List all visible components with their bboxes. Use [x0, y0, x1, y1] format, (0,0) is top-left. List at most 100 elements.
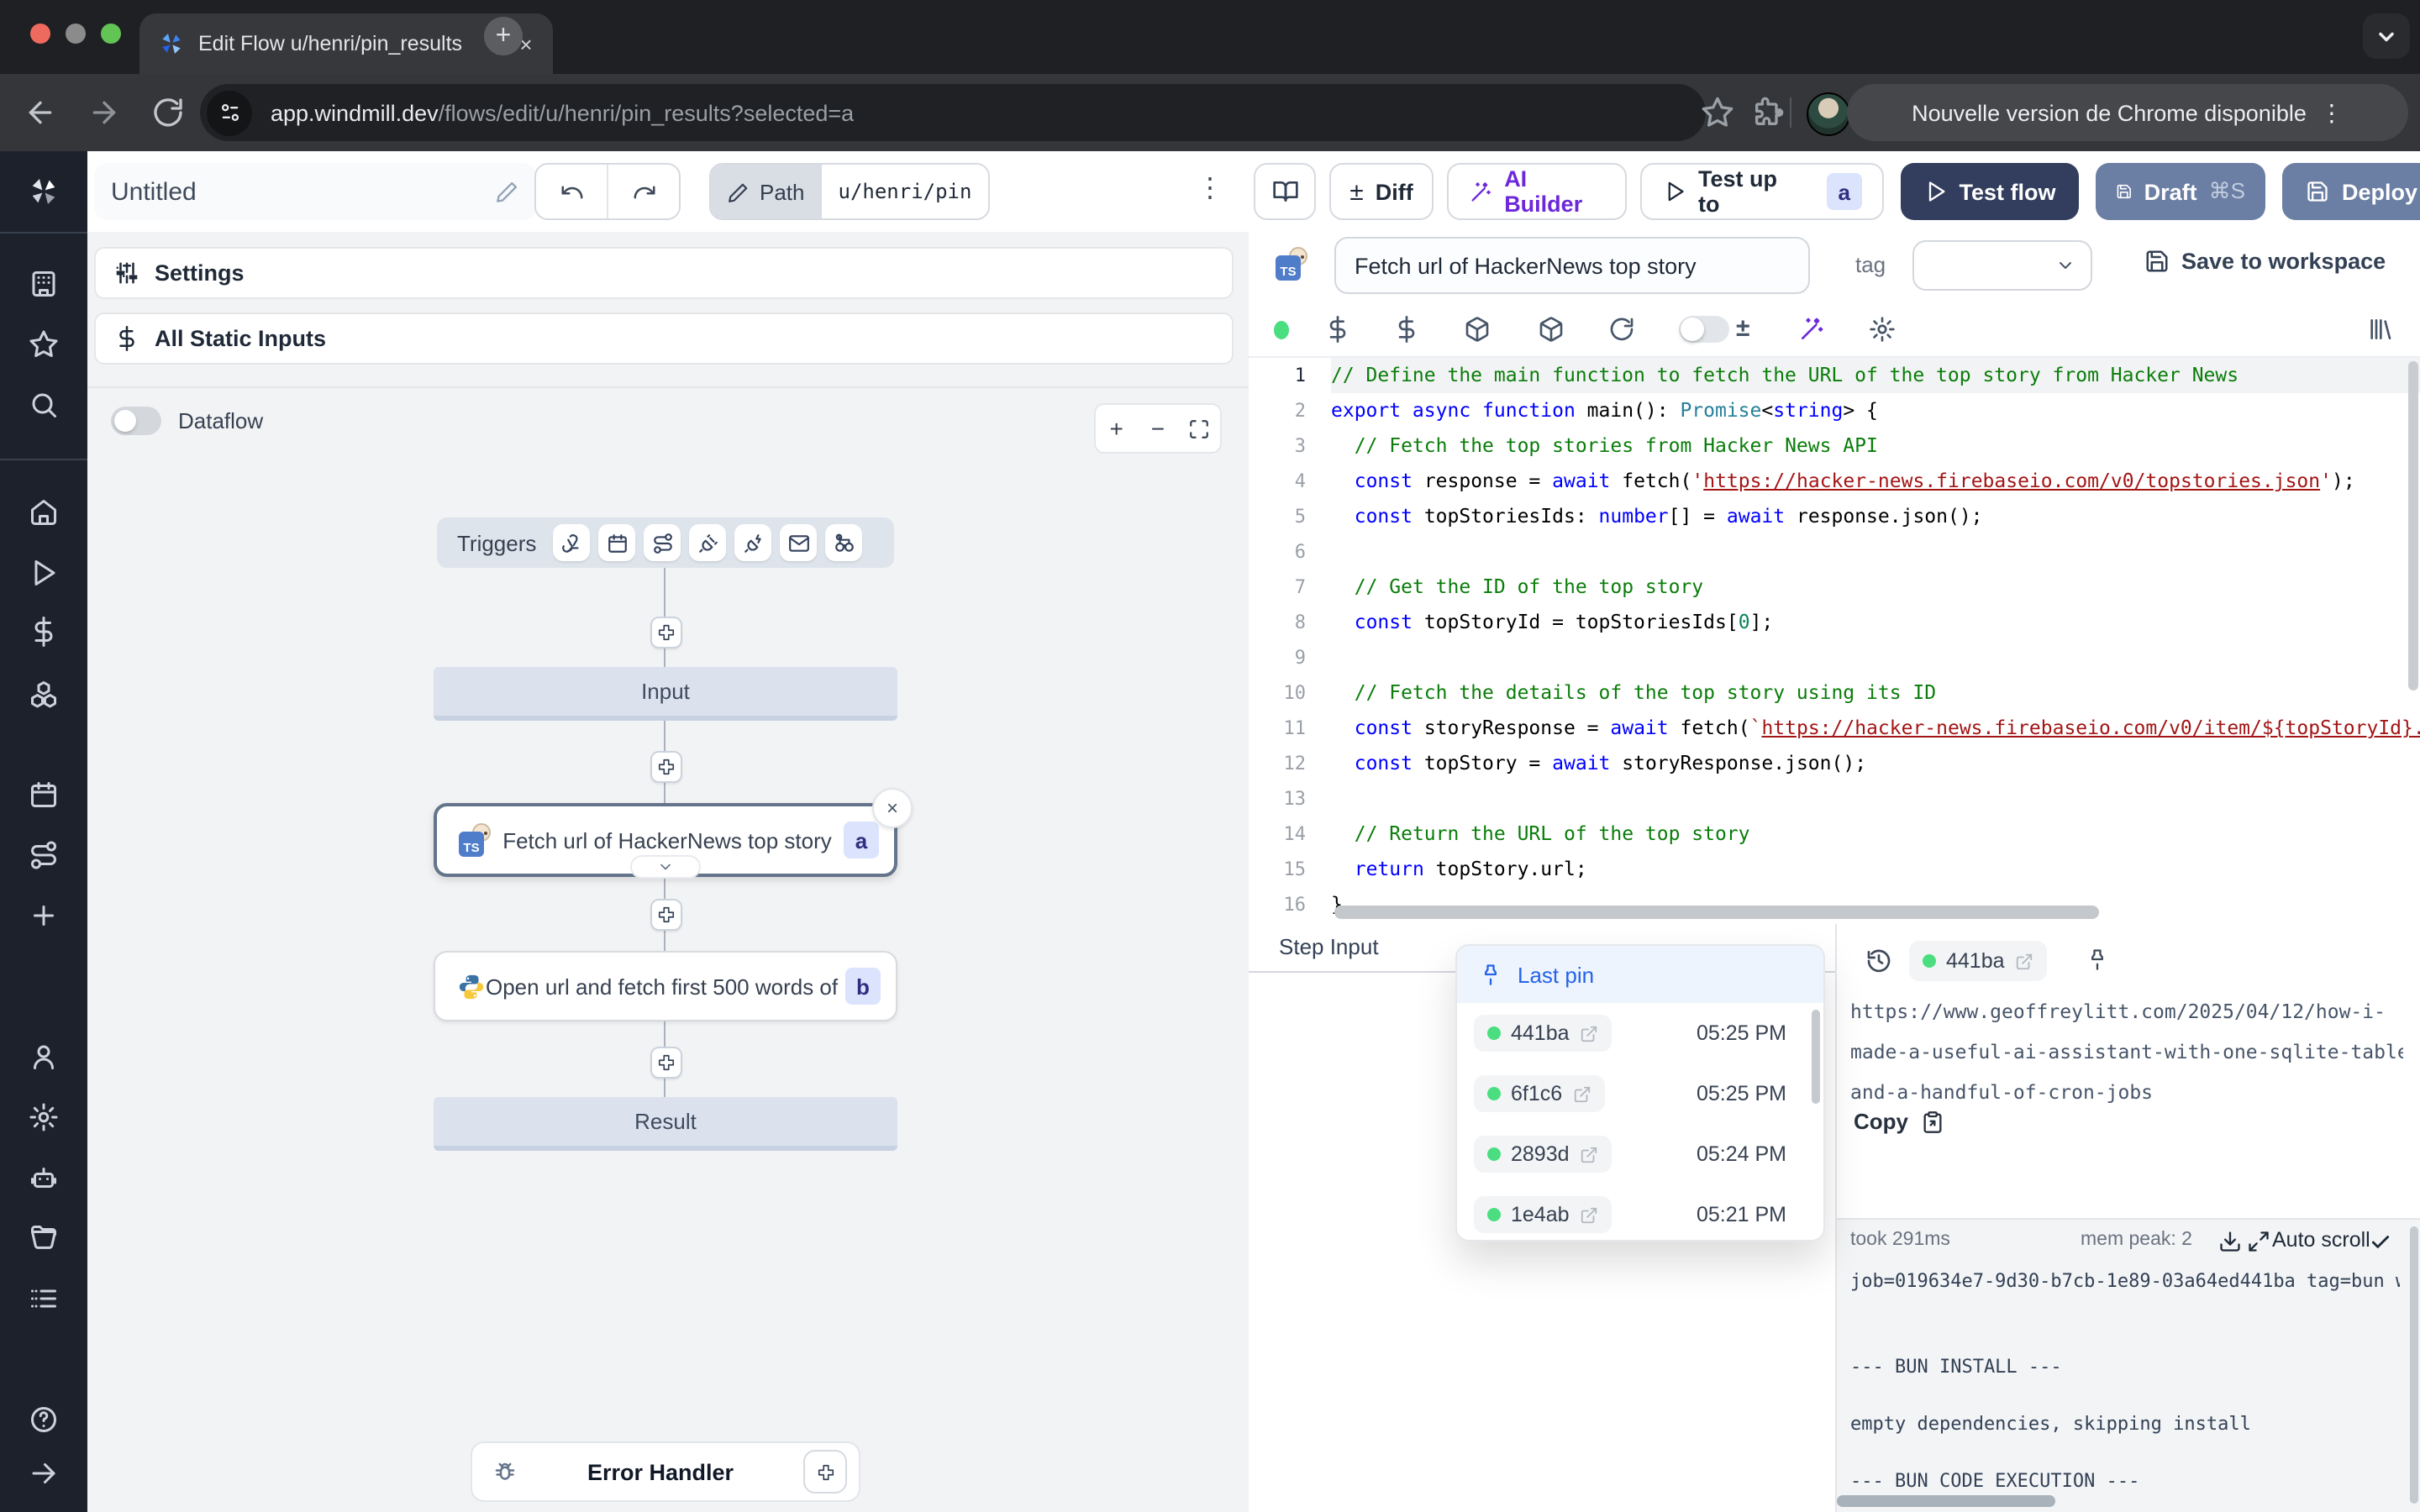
tab-search-button[interactable] — [2363, 13, 2410, 59]
settings-gear-icon[interactable] — [29, 1102, 59, 1132]
users-icon[interactable] — [29, 1042, 59, 1072]
flows-icon[interactable] — [29, 840, 59, 870]
flow-summary-input[interactable]: Untitled — [94, 163, 536, 220]
code-line[interactable]: 12 const topStory = await storyResponse.… — [1249, 746, 2420, 781]
step-node-b[interactable]: Open url and fetch first 500 words of ..… — [434, 951, 897, 1021]
remove-step-button[interactable]: × — [872, 788, 913, 828]
profile-avatar[interactable] — [1807, 92, 1850, 136]
check-icon[interactable] — [2370, 1231, 2391, 1253]
test-up-to-step-badge[interactable]: a — [1827, 173, 1862, 210]
tag-select[interactable] — [1912, 240, 2092, 291]
library-icon[interactable] — [2366, 316, 2393, 343]
add-step-button[interactable] — [650, 617, 682, 648]
help-icon[interactable] — [29, 1404, 59, 1435]
resources-icon[interactable] — [29, 679, 59, 709]
bookmark-star-icon[interactable] — [1701, 96, 1734, 129]
email-trigger-button[interactable] — [780, 524, 817, 561]
collapse-step-handle[interactable] — [630, 855, 701, 879]
code-editor[interactable]: 1// Define the main function to fetch th… — [1249, 358, 2420, 924]
log-vertical-scrollbar[interactable] — [2410, 1226, 2418, 1504]
undo-button[interactable] — [536, 165, 608, 218]
http-route-trigger-button[interactable] — [644, 524, 681, 561]
external-link-icon[interactable] — [1580, 1145, 1598, 1163]
expand-sidebar-icon[interactable] — [29, 1458, 59, 1488]
windmill-logo[interactable] — [27, 175, 60, 208]
zoom-out-button[interactable]: − — [1141, 410, 1175, 447]
pin-history-item[interactable]: 6f1c6 05:25 PM — [1457, 1063, 1823, 1124]
run-id-chip[interactable]: 441ba — [1909, 941, 2047, 981]
run-id-chip[interactable]: 6f1c6 — [1474, 1075, 1604, 1112]
code-line[interactable]: 9 — [1249, 640, 2420, 675]
history-icon[interactable] — [1865, 948, 1892, 974]
code-line[interactable]: 2export async function main(): Promise<s… — [1249, 393, 2420, 428]
path-value[interactable]: u/henri/pin — [822, 165, 989, 218]
package-icon[interactable] — [1538, 316, 1565, 343]
download-logs-icon[interactable] — [2218, 1230, 2242, 1253]
browser-menu-icon[interactable]: ⋮ — [2320, 98, 2344, 127]
folders-icon[interactable] — [29, 1223, 59, 1253]
triggers-node[interactable]: Triggers — [437, 517, 894, 568]
error-handler-node[interactable]: Error Handler — [471, 1441, 860, 1502]
auto-scroll-label[interactable]: Auto scroll — [2272, 1228, 2370, 1252]
window-zoom-button[interactable] — [101, 24, 121, 44]
code-line[interactable]: 11 const storyResponse = await fetch(`ht… — [1249, 711, 2420, 746]
audit-logs-icon[interactable] — [29, 1284, 59, 1314]
expand-logs-icon[interactable] — [2247, 1230, 2270, 1253]
window-minimize-button[interactable] — [66, 24, 86, 44]
dataflow-toggle[interactable] — [111, 407, 161, 435]
run-id-chip[interactable]: 2893d — [1474, 1136, 1612, 1173]
websocket-trigger-button[interactable] — [689, 524, 726, 561]
variables-icon[interactable] — [29, 617, 59, 647]
workspace-icon[interactable] — [29, 269, 59, 299]
code-line[interactable]: 8 const topStoryId = topStoriesIds[0]; — [1249, 605, 2420, 640]
more-options-icon[interactable]: ⋮ — [1197, 171, 1223, 205]
ai-builder-button[interactable]: AI Builder — [1447, 163, 1627, 220]
code-line[interactable]: 13 — [1249, 781, 2420, 816]
poll-trigger-button[interactable] — [825, 524, 862, 561]
add-step-button[interactable] — [650, 899, 682, 931]
log-horizontal-scrollbar[interactable] — [1837, 1495, 2055, 1507]
step-node-a[interactable]: TS Fetch url of HackerNews top story a × — [434, 803, 897, 877]
package-icon[interactable] — [1464, 316, 1491, 343]
all-static-inputs-button[interactable]: All Static Inputs — [94, 312, 1234, 365]
back-icon[interactable] — [24, 96, 57, 129]
variable-dollar-icon[interactable] — [1324, 316, 1351, 343]
editor-settings-gear-icon[interactable] — [1869, 316, 1896, 343]
schedule-trigger-button[interactable] — [598, 524, 635, 561]
draft-button[interactable]: Draft ⌘S — [2096, 163, 2265, 220]
home-icon[interactable] — [29, 497, 59, 528]
kafka-trigger-button[interactable] — [734, 524, 771, 561]
ai-wand-icon[interactable] — [1798, 316, 1825, 343]
window-close-button[interactable] — [30, 24, 50, 44]
pin-history-item[interactable]: 2893d 05:24 PM — [1457, 1124, 1823, 1184]
favorites-star-icon[interactable] — [29, 329, 59, 360]
new-tab-button[interactable]: + — [484, 17, 523, 55]
runs-icon[interactable] — [29, 558, 59, 588]
reload-icon[interactable] — [151, 96, 185, 129]
code-line[interactable]: 7 // Get the ID of the top story — [1249, 570, 2420, 605]
schedules-icon[interactable] — [29, 780, 59, 810]
forward-icon[interactable] — [87, 96, 121, 129]
diff-plus-minus-icon[interactable]: ± — [1736, 314, 1749, 343]
fit-view-button[interactable] — [1182, 410, 1216, 447]
chrome-update-button[interactable]: Nouvelle version de Chrome disponible ⋮ — [1847, 84, 2408, 141]
zoom-in-button[interactable]: + — [1100, 410, 1134, 447]
docs-button[interactable] — [1254, 163, 1316, 220]
pin-history-item[interactable]: 441ba 05:25 PM — [1457, 1003, 1823, 1063]
last-pin-menu-item[interactable]: Last pin — [1457, 946, 1823, 1003]
ai-robot-icon[interactable] — [29, 1163, 59, 1193]
external-link-icon[interactable] — [1572, 1084, 1591, 1103]
create-plus-icon[interactable] — [29, 900, 59, 931]
code-line[interactable]: 3 // Fetch the top stories from Hacker N… — [1249, 428, 2420, 464]
test-up-to-button[interactable]: Test up to a — [1640, 163, 1884, 220]
site-settings-icon[interactable] — [207, 90, 252, 135]
pin-icon[interactable] — [2086, 948, 2109, 971]
code-line[interactable]: 1// Define the main function to fetch th… — [1249, 358, 2420, 393]
webhook-trigger-button[interactable] — [553, 524, 590, 561]
editor-vertical-scrollbar[interactable] — [2408, 361, 2418, 690]
resource-dollar-icon[interactable] — [1393, 316, 1420, 343]
reload-icon[interactable] — [1608, 316, 1635, 343]
external-link-icon[interactable] — [2015, 952, 2033, 970]
external-link-icon[interactable] — [1580, 1024, 1598, 1042]
step-title-input[interactable]: Fetch url of HackerNews top story — [1334, 237, 1810, 294]
